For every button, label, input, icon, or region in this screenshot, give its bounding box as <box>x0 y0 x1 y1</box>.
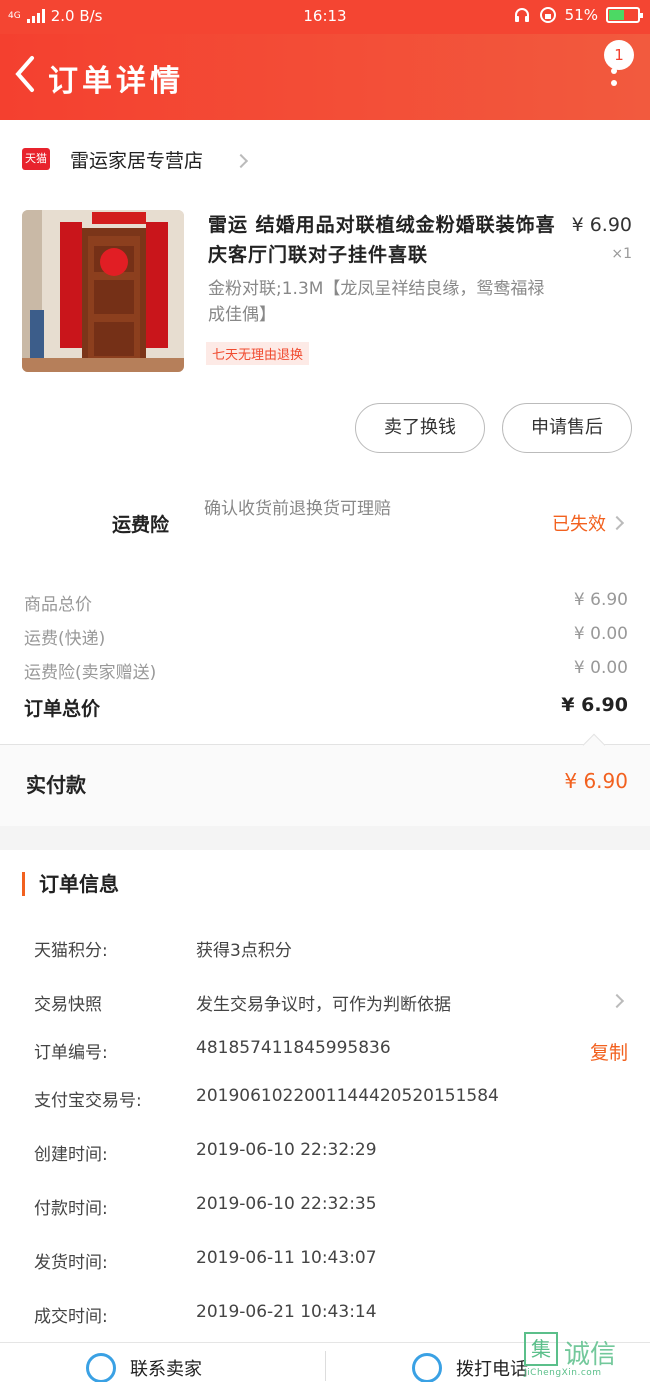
shipping-row: 运费(快递) ¥ 0.00 <box>24 624 628 649</box>
info-key: 天猫积分: <box>34 941 108 961</box>
info-value: 481857411845995836 <box>196 1038 391 1058</box>
product-price: ¥ 6.90 <box>571 214 632 236</box>
order-info-title: 订单信息 <box>22 872 119 896</box>
info-key: 付款时间: <box>34 1199 108 1219</box>
info-key: 成交时间: <box>34 1307 108 1327</box>
info-key: 发货时间: <box>34 1253 108 1273</box>
contact-seller-button[interactable]: 联系卖家 <box>86 1353 202 1382</box>
chevron-right-icon <box>609 993 625 1009</box>
chevron-right-icon <box>609 515 625 531</box>
info-value: 2019061022001144420520151584 <box>196 1086 499 1106</box>
product-quantity: ×1 <box>611 246 632 262</box>
copy-button[interactable]: 复制 <box>590 1038 628 1065</box>
back-arrow-icon[interactable] <box>10 54 40 94</box>
chevron-right-icon <box>233 153 249 169</box>
status-bar: 4G 2.0 B/s 16:13 51% <box>0 0 650 34</box>
info-value: 发生交易争议时，可作为判断依据 <box>196 995 451 1015</box>
watermark-text: 诚信 <box>564 1340 617 1370</box>
watermark-url: JiChengXin.com <box>524 1368 602 1378</box>
product-sku: 金粉对联;1.3M【龙凤呈祥结良缘，鸳鸯福禄成佳偶】 <box>208 279 545 325</box>
call-seller-label: 拨打电话 <box>456 1359 528 1380</box>
tmall-logo: 天猫 <box>22 148 50 170</box>
product-title[interactable]: 雷运 结婚用品对联植绒金粉婚联装饰喜庆客厅门联对子挂件喜联 <box>208 210 558 270</box>
info-key: 支付宝交易号: <box>34 1091 142 1111</box>
battery-icon <box>606 7 643 23</box>
info-value: 2019-06-10 22:32:35 <box>196 1194 377 1214</box>
battery-percent: 51% <box>564 6 598 24</box>
watermark: 集 诚信 JiChengXin.com <box>524 1332 644 1378</box>
after-sale-button[interactable]: 申请售后 <box>502 403 632 453</box>
paid-value: ¥ 6.90 <box>564 769 628 793</box>
shipping-label: 运费(快递) <box>24 629 106 649</box>
insurance-fee-label: 运费险(卖家赠送) <box>24 663 157 683</box>
chat-icon <box>86 1353 116 1382</box>
shipping-value: ¥ 0.00 <box>573 624 628 644</box>
order-total-label: 订单总价 <box>24 698 101 720</box>
phone-icon <box>412 1353 442 1382</box>
shipping-insurance-row[interactable]: 运费险 确认收货前退换货可理赔 已失效 <box>0 482 650 566</box>
info-key: 交易快照 <box>34 995 102 1015</box>
insurance-fee-row: 运费险(卖家赠送) ¥ 0.00 <box>24 658 628 683</box>
sell-button[interactable]: 卖了换钱 <box>355 403 485 453</box>
goods-total-row: 商品总价 ¥ 6.90 <box>24 590 628 615</box>
headphones-icon <box>514 8 529 22</box>
order-total-value: ¥ 6.90 <box>561 694 628 716</box>
paid-label: 实付款 <box>26 773 86 797</box>
goods-total-label: 商品总价 <box>24 595 92 615</box>
info-value: 2019-06-10 22:32:29 <box>196 1140 377 1160</box>
info-value: 2019-06-11 10:43:07 <box>196 1248 377 1268</box>
product-image[interactable] <box>22 210 184 372</box>
notification-badge: 1 <box>604 40 634 70</box>
product-card: 雷运 结婚用品对联植绒金粉婚联装饰喜庆客厅门联对子挂件喜联 金粉对联;1.3M【… <box>0 200 650 482</box>
return-policy-tag: 七天无理由退换 <box>206 342 310 365</box>
info-value: 获得3点积分 <box>196 941 292 961</box>
shop-row[interactable]: 天猫 雷运家居专营店 <box>0 120 650 200</box>
paid-row: 实付款 ¥ 6.90 <box>0 733 650 826</box>
nav-bar: 订单详情 1 <box>0 34 650 120</box>
price-summary: 商品总价 ¥ 6.90 运费(快递) ¥ 0.00 运费险(卖家赠送) ¥ 0.… <box>0 566 650 744</box>
shop-name: 雷运家居专营店 <box>70 150 204 172</box>
insurance-desc: 确认收货前退换货可理赔 <box>204 499 391 519</box>
info-key: 创建时间: <box>34 1145 108 1165</box>
goods-total-value: ¥ 6.90 <box>573 590 628 610</box>
insurance-status: 已失效 <box>552 514 606 535</box>
page-title: 订单详情 <box>48 64 184 99</box>
watermark-logo: 集 <box>524 1332 558 1366</box>
call-seller-button[interactable]: 拨打电话 <box>412 1353 528 1382</box>
insurance-fee-value: ¥ 0.00 <box>573 658 628 678</box>
contact-seller-label: 联系卖家 <box>130 1359 202 1380</box>
order-info-section: 订单信息 天猫积分: 获得3点积分 交易快照 发生交易争议时，可作为判断依据 订… <box>0 850 650 1342</box>
insurance-label: 运费险 <box>112 514 170 536</box>
order-total-row: 订单总价 ¥ 6.90 <box>24 694 628 721</box>
more-menu-icon[interactable] <box>610 68 618 100</box>
info-value: 2019-06-21 10:43:14 <box>196 1302 377 1322</box>
info-key: 订单编号: <box>34 1043 108 1063</box>
rotation-lock-icon <box>539 7 556 23</box>
